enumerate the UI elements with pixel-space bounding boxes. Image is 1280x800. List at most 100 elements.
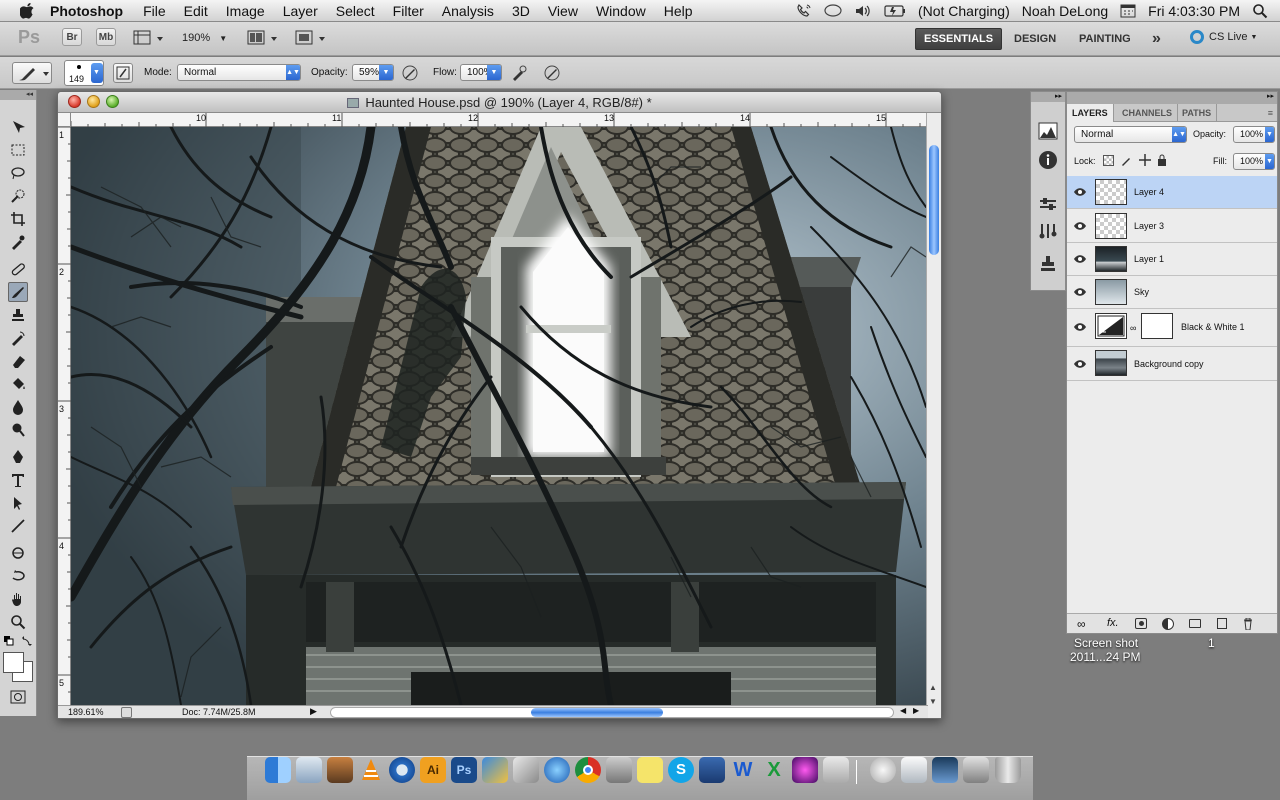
delete-layer-trash-icon[interactable] xyxy=(1243,618,1253,630)
info-panel-icon[interactable] xyxy=(1038,150,1058,170)
word-icon[interactable]: W xyxy=(730,757,756,783)
brush-panel-toggle[interactable] xyxy=(113,63,133,83)
battery-icon[interactable] xyxy=(884,5,906,17)
close-window-button[interactable] xyxy=(68,95,81,108)
3d-orbit-tool-icon[interactable] xyxy=(8,566,28,586)
horizontal-scrollbar[interactable] xyxy=(330,707,894,718)
vertical-ruler[interactable]: 1 2 3 4 5 xyxy=(58,127,71,705)
3d-rotate-tool-icon[interactable] xyxy=(8,543,28,563)
zoom-percentage[interactable]: 189.61% xyxy=(68,707,104,717)
menu-edit[interactable]: Edit xyxy=(184,3,208,19)
crop-tool-icon[interactable] xyxy=(8,209,28,229)
mini-bridge-button[interactable]: Mb xyxy=(96,28,116,46)
bridge-button[interactable]: Br xyxy=(62,28,82,46)
vlc-icon[interactable] xyxy=(358,757,384,783)
layer-row-sky[interactable]: Sky xyxy=(1067,276,1277,309)
brush-tool-icon[interactable] xyxy=(8,282,28,302)
documents-stack-icon[interactable] xyxy=(901,757,927,783)
layers-panel-header[interactable]: ▸▸ xyxy=(1067,92,1277,104)
tools-panel-header[interactable]: ◂◂ xyxy=(0,90,36,100)
hand-tool-icon[interactable] xyxy=(8,589,28,609)
scroll-left-arrow-icon[interactable]: ◀ xyxy=(900,706,906,715)
menu-analysis[interactable]: Analysis xyxy=(442,3,494,19)
quicktime-icon[interactable] xyxy=(389,757,415,783)
spotlight-search-icon[interactable] xyxy=(1252,3,1268,19)
menu-image[interactable]: Image xyxy=(226,3,265,19)
document-info[interactable]: Doc: 7.74M/25.8M xyxy=(182,707,256,717)
tab-channels[interactable]: CHANNELS xyxy=(1117,104,1179,122)
add-mask-icon[interactable] xyxy=(1135,618,1147,629)
lock-transparent-pixels-icon[interactable] xyxy=(1103,155,1114,166)
document-title-bar[interactable]: Haunted House.psd @ 190% (Layer 4, RGB/8… xyxy=(58,92,941,113)
layer-opacity-input[interactable]: 100% ▼ xyxy=(1233,126,1275,143)
menu-3d[interactable]: 3D xyxy=(512,3,530,19)
skype-icon[interactable]: S xyxy=(668,757,694,783)
itunes-visualizer-icon[interactable] xyxy=(792,757,818,783)
layer-row-layer-1[interactable]: Layer 1 xyxy=(1067,243,1277,276)
zoom-tool-icon[interactable] xyxy=(8,612,28,632)
workspace-painting[interactable]: PAINTING xyxy=(1071,28,1139,50)
chrome-icon[interactable] xyxy=(575,757,601,783)
layer-style-fx-icon[interactable]: fx. xyxy=(1107,617,1119,629)
applications-stack-icon[interactable] xyxy=(963,757,989,783)
scroll-up-arrow-icon[interactable]: ▲ xyxy=(929,683,937,692)
app-store-icon[interactable] xyxy=(482,757,508,783)
status-menu-arrow-icon[interactable]: ▶ xyxy=(310,706,317,717)
layer-row-background-copy[interactable]: Background copy xyxy=(1067,347,1277,381)
tab-paths[interactable]: PATHS xyxy=(1177,104,1218,122)
blend-mode-select[interactable]: Normal ▲▼ xyxy=(177,64,301,81)
path-selection-tool-icon[interactable] xyxy=(8,493,28,513)
layer-blend-mode-select[interactable]: Normal ▲▼ xyxy=(1074,126,1187,143)
layer-row-black-and-white-1[interactable]: ∞ Black & White 1 xyxy=(1067,309,1277,347)
preview-icon[interactable] xyxy=(513,757,539,783)
photo-booth-icon[interactable] xyxy=(823,757,849,783)
opacity-input[interactable]: 59% ▼ xyxy=(352,64,394,81)
pigeon-app-icon[interactable] xyxy=(699,757,725,783)
app-menu-photoshop[interactable]: Photoshop xyxy=(50,3,123,19)
line-tool-icon[interactable] xyxy=(8,516,28,536)
eyedropper-tool-icon[interactable] xyxy=(8,232,28,252)
eraser-tool-icon[interactable] xyxy=(8,351,28,371)
ruler-origin[interactable] xyxy=(58,113,71,127)
foreground-color-swatch[interactable] xyxy=(3,652,24,673)
paint-bucket-tool-icon[interactable] xyxy=(8,374,28,394)
default-colors-icon[interactable] xyxy=(4,636,14,646)
healing-brush-tool-icon[interactable] xyxy=(8,259,28,279)
menu-view[interactable]: View xyxy=(548,3,578,19)
marquee-tool-icon[interactable] xyxy=(8,140,28,160)
visibility-eye-icon[interactable] xyxy=(1074,221,1086,231)
blur-tool-icon[interactable] xyxy=(8,397,28,417)
visibility-eye-icon[interactable] xyxy=(1074,187,1086,197)
scroll-thumb-horizontal[interactable] xyxy=(531,708,663,717)
tablet-pressure-size-button[interactable] xyxy=(542,63,562,83)
swap-colors-icon[interactable] xyxy=(22,636,32,646)
tool-preset-picker[interactable] xyxy=(12,62,52,84)
panel-menu-icon[interactable]: ≡ xyxy=(1268,108,1273,118)
status-options-icon[interactable] xyxy=(121,707,132,718)
view-extras-button[interactable] xyxy=(132,29,166,47)
menu-filter[interactable]: Filter xyxy=(393,3,424,19)
volume-icon[interactable] xyxy=(854,4,872,18)
tab-layers[interactable]: LAYERS xyxy=(1067,104,1114,122)
battery-status[interactable]: (Not Charging) xyxy=(918,3,1010,19)
scroll-right-arrow-icon[interactable]: ▶ xyxy=(913,706,919,715)
menu-select[interactable]: Select xyxy=(336,3,375,19)
new-layer-icon[interactable] xyxy=(1217,618,1227,629)
desktop-file-label[interactable]: Screen shot 1 2011...24 PM xyxy=(1062,636,1242,664)
image-capture-icon[interactable] xyxy=(606,757,632,783)
vertical-scrollbar[interactable]: ▲ ▼ xyxy=(926,113,941,718)
quick-selection-tool-icon[interactable] xyxy=(8,186,28,206)
calendar-icon[interactable] xyxy=(1120,4,1136,18)
screenshots-stack-icon[interactable] xyxy=(932,757,958,783)
layer-mask-thumbnail[interactable] xyxy=(1141,313,1173,339)
history-brush-tool-icon[interactable] xyxy=(8,328,28,348)
zoom-level-select[interactable]: 190% ▼ xyxy=(182,32,227,44)
lock-position-icon[interactable] xyxy=(1139,154,1151,166)
excel-icon[interactable]: X xyxy=(761,757,787,783)
menu-layer[interactable]: Layer xyxy=(283,3,318,19)
visibility-eye-icon[interactable] xyxy=(1074,322,1086,332)
mail-icon[interactable] xyxy=(296,757,322,783)
finder-icon[interactable] xyxy=(265,757,291,783)
visibility-eye-icon[interactable] xyxy=(1074,287,1086,297)
menu-file[interactable]: File xyxy=(143,3,166,19)
